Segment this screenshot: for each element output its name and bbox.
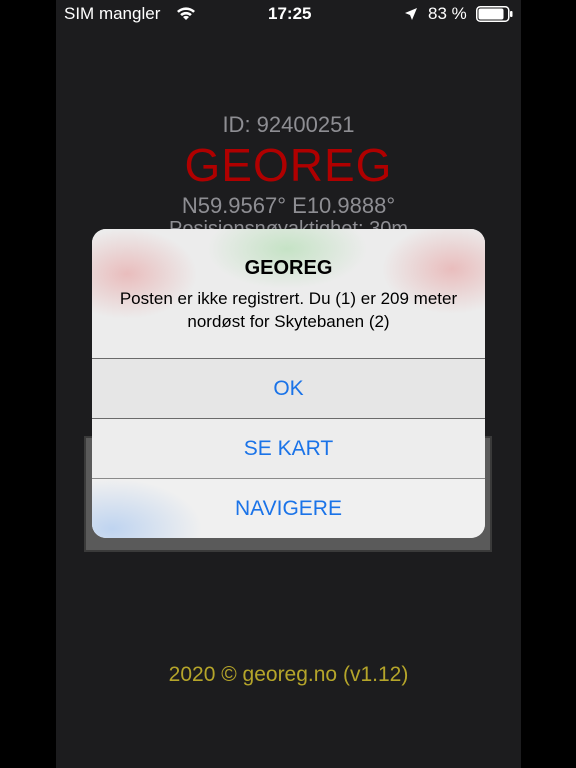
coordinates-readout: N59.9567° E10.9888°: [181, 193, 396, 218]
battery-icon: [476, 6, 514, 27]
navigate-button[interactable]: NAVIGERE: [92, 479, 485, 538]
alert-dialog: GEOREG Posten er ikke registrert. Du (1)…: [92, 229, 485, 538]
alert-message: Posten er ikke registrert. Du (1) er 209…: [119, 289, 458, 331]
alert-header: GEOREG Posten er ikke registrert. Du (1)…: [92, 229, 485, 359]
status-bar: SIM mangler 17:25 83 %: [0, 0, 576, 28]
registration-id: ID: 92400251: [222, 112, 355, 137]
see-map-button[interactable]: SE KART: [92, 419, 485, 479]
footer-copyright: 2020 © georeg.no (v1.12): [168, 663, 409, 686]
location-arrow-icon: [404, 6, 418, 26]
screen: SIM mangler 17:25 83 % ID: 92400251 GEOR…: [0, 0, 576, 768]
carrier-label: SIM mangler: [64, 4, 161, 23]
battery-percent: 83 %: [428, 4, 467, 23]
clock: 17:25: [268, 4, 312, 23]
ok-button[interactable]: OK: [92, 359, 485, 419]
app-title: GEOREG: [184, 139, 393, 191]
wifi-icon: [176, 6, 196, 26]
alert-title: GEOREG: [244, 257, 333, 279]
